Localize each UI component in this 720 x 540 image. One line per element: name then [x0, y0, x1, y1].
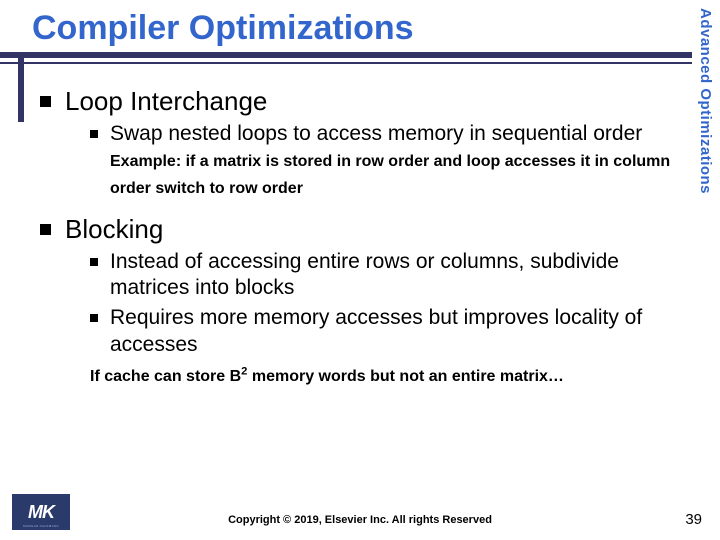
note-suffix: memory words but not an entire matrix…: [247, 368, 564, 385]
note-prefix: If cache can store B: [90, 368, 241, 385]
section-heading-blocking: Blocking: [40, 214, 680, 245]
item-main: Swap nested loops to access memory in se…: [110, 122, 642, 145]
title-bar: Compiler Optimizations: [0, 10, 692, 47]
copyright-text: Copyright © 2019, Elsevier Inc. All righ…: [0, 514, 720, 526]
section-label: Advanced Optimizations: [694, 8, 714, 258]
list-item: Requires more memory accesses but improv…: [90, 305, 680, 358]
content-area: Loop Interchange Swap nested loops to ac…: [40, 80, 680, 386]
rule-thin: [0, 62, 692, 64]
bullet-icon: [90, 130, 98, 138]
heading-text: Blocking: [65, 214, 163, 245]
left-accent-bar: [18, 52, 24, 122]
item-example: Example: if a matrix is stored in row or…: [110, 153, 670, 196]
page-number: 39: [685, 511, 702, 528]
section-heading-loop-interchange: Loop Interchange: [40, 86, 680, 117]
bullet-icon: [40, 96, 51, 107]
note-text: If cache can store B2 memory words but n…: [90, 368, 680, 386]
item-text: Requires more memory accesses but improv…: [110, 305, 680, 358]
heading-text: Loop Interchange: [65, 86, 267, 117]
item-text: Instead of accessing entire rows or colu…: [110, 249, 680, 302]
bullet-icon: [40, 224, 51, 235]
rule-thick: [0, 52, 692, 58]
list-item: Instead of accessing entire rows or colu…: [90, 249, 680, 302]
item-text: Swap nested loops to access memory in se…: [110, 121, 680, 200]
list-item: Swap nested loops to access memory in se…: [90, 121, 680, 200]
slide: Compiler Optimizations Advanced Optimiza…: [0, 0, 720, 540]
slide-title: Compiler Optimizations: [32, 10, 692, 47]
bullet-icon: [90, 258, 98, 266]
bullet-icon: [90, 314, 98, 322]
